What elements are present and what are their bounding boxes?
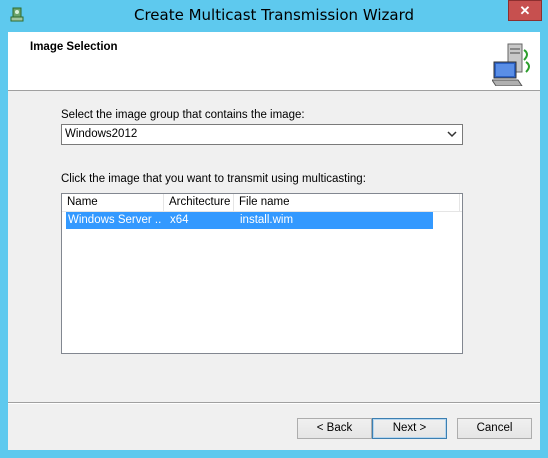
server-multicast-icon (492, 43, 530, 86)
back-button[interactable]: < Back (297, 418, 372, 439)
list-header: Name Architecture File name (62, 194, 462, 212)
file-name-cell: install.wim (240, 214, 294, 226)
chevron-down-icon (447, 131, 457, 138)
close-icon: ✕ (519, 2, 531, 18)
image-name-cell: Windows Server ... (68, 214, 162, 226)
column-header-file-name[interactable]: File name (234, 194, 460, 211)
image-group-value: Windows2012 (65, 128, 138, 140)
wizard-window: Create Multicast Transmission Wizard ✕ I… (0, 0, 548, 458)
window-title: Create Multicast Transmission Wizard (133, 6, 414, 24)
client-area: Image Selection Select the image group t… (8, 32, 540, 450)
button-separator (8, 402, 540, 404)
image-group-label: Select the image group that contains the… (61, 109, 305, 121)
column-header-architecture[interactable]: Architecture (164, 194, 234, 211)
next-button[interactable]: Next > (372, 418, 447, 439)
architecture-cell: x64 (170, 214, 189, 226)
image-list[interactable]: Name Architecture File name Windows Serv… (61, 193, 463, 354)
image-list-label: Click the image that you want to transmi… (61, 173, 366, 185)
wizard-header: Image Selection (8, 32, 540, 91)
image-group-select[interactable]: Windows2012 (61, 124, 463, 145)
page-title: Image Selection (30, 41, 118, 53)
cancel-button[interactable]: Cancel (457, 418, 532, 439)
list-item[interactable]: Windows Server ... x64 install.wim (66, 212, 433, 229)
close-button[interactable]: ✕ (508, 0, 542, 21)
title-bar[interactable]: Create Multicast Transmission Wizard ✕ (0, 0, 548, 32)
column-header-name[interactable]: Name (62, 194, 164, 211)
